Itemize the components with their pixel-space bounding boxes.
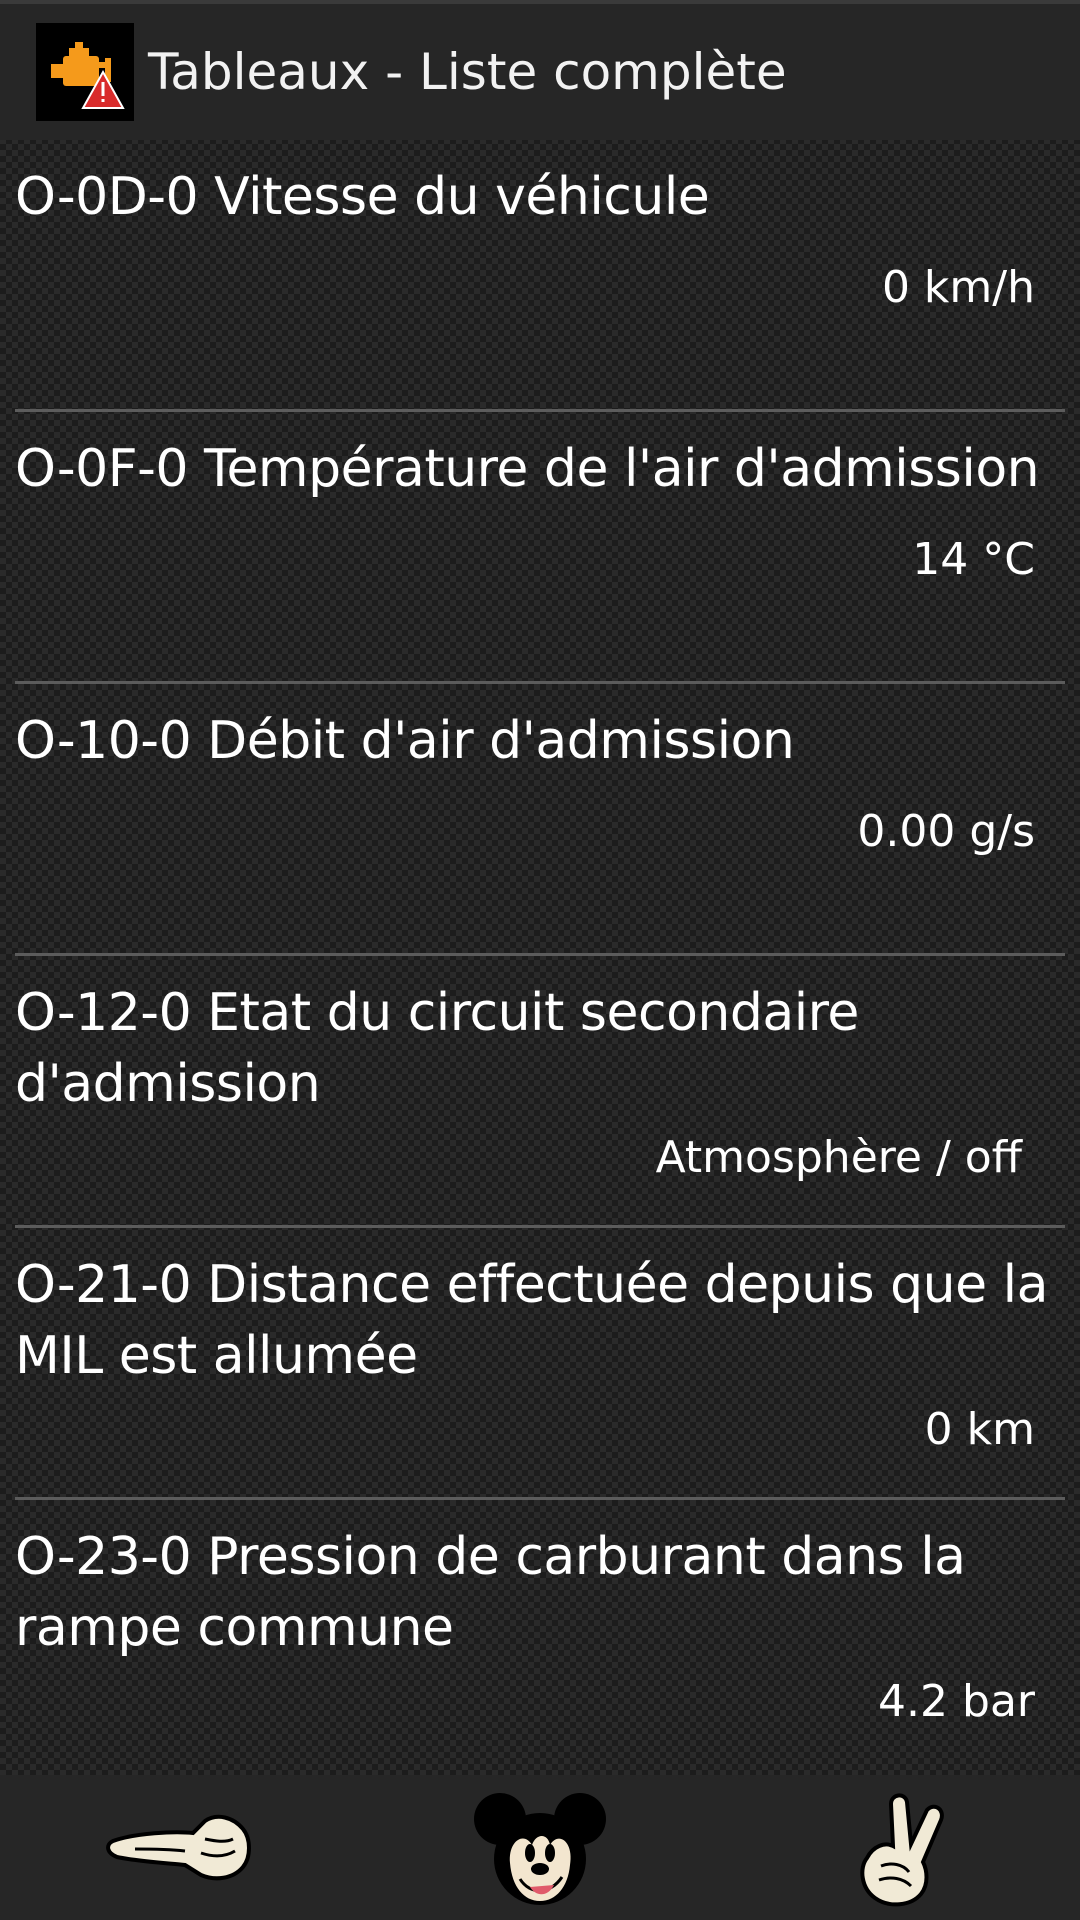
parameter-name: O-10-0 Débit d'air d'admission: [15, 711, 795, 771]
previous-button[interactable]: [100, 1788, 260, 1908]
victory-hand-icon: [860, 1793, 944, 1906]
page-title: Tableaux - Liste complète: [148, 43, 787, 101]
parameter-value: 4.2 bar: [878, 1676, 1035, 1727]
obd-parameter-list[interactable]: O-0D-0 Vitesse du véhicule 0 km/h O-0F-0…: [0, 140, 1080, 1775]
list-item[interactable]: O-0D-0 Vitesse du véhicule 0 km/h: [0, 140, 1080, 412]
app-header: Tableaux - Liste complète: [0, 0, 1080, 140]
parameter-name: O-0D-0 Vitesse du véhicule: [15, 167, 710, 227]
parameter-value: 0 km/h: [881, 262, 1035, 313]
parameter-name: O-0F-0 Température de l'air d'admission: [15, 439, 1040, 499]
check-engine-warning-icon[interactable]: [36, 23, 134, 121]
parameter-value: 0.00 g/s: [857, 806, 1035, 857]
list-item[interactable]: O-0F-0 Température de l'air d'admission …: [0, 412, 1080, 684]
bottom-navigation: [0, 1775, 1080, 1920]
mickey-face-icon: [474, 1792, 606, 1905]
pointing-left-hand-icon: [106, 1814, 251, 1880]
next-button[interactable]: [820, 1788, 980, 1908]
list-item[interactable]: O-23-0 Pression de carburant dans la ram…: [0, 1500, 1080, 1772]
parameter-name: O-21-0 Distance effectuée depuis que la …: [15, 1255, 1048, 1386]
parameter-value: 0 km: [924, 1404, 1035, 1455]
parameter-value: Atmosphère / off: [655, 1132, 1022, 1183]
home-button[interactable]: [460, 1788, 620, 1908]
list-item[interactable]: O-12-0 Etat du circuit secondaire d'admi…: [0, 956, 1080, 1228]
parameter-value: 14 °C: [912, 534, 1035, 585]
list-item[interactable]: O-21-0 Distance effectuée depuis que la …: [0, 1228, 1080, 1500]
screen: Tableaux - Liste complète O-0D-0 Vitesse…: [0, 0, 1080, 1920]
parameter-name: O-12-0 Etat du circuit secondaire d'admi…: [15, 983, 859, 1114]
list-item[interactable]: O-10-0 Débit d'air d'admission 0.00 g/s: [0, 684, 1080, 956]
parameter-name: O-23-0 Pression de carburant dans la ram…: [15, 1527, 966, 1658]
